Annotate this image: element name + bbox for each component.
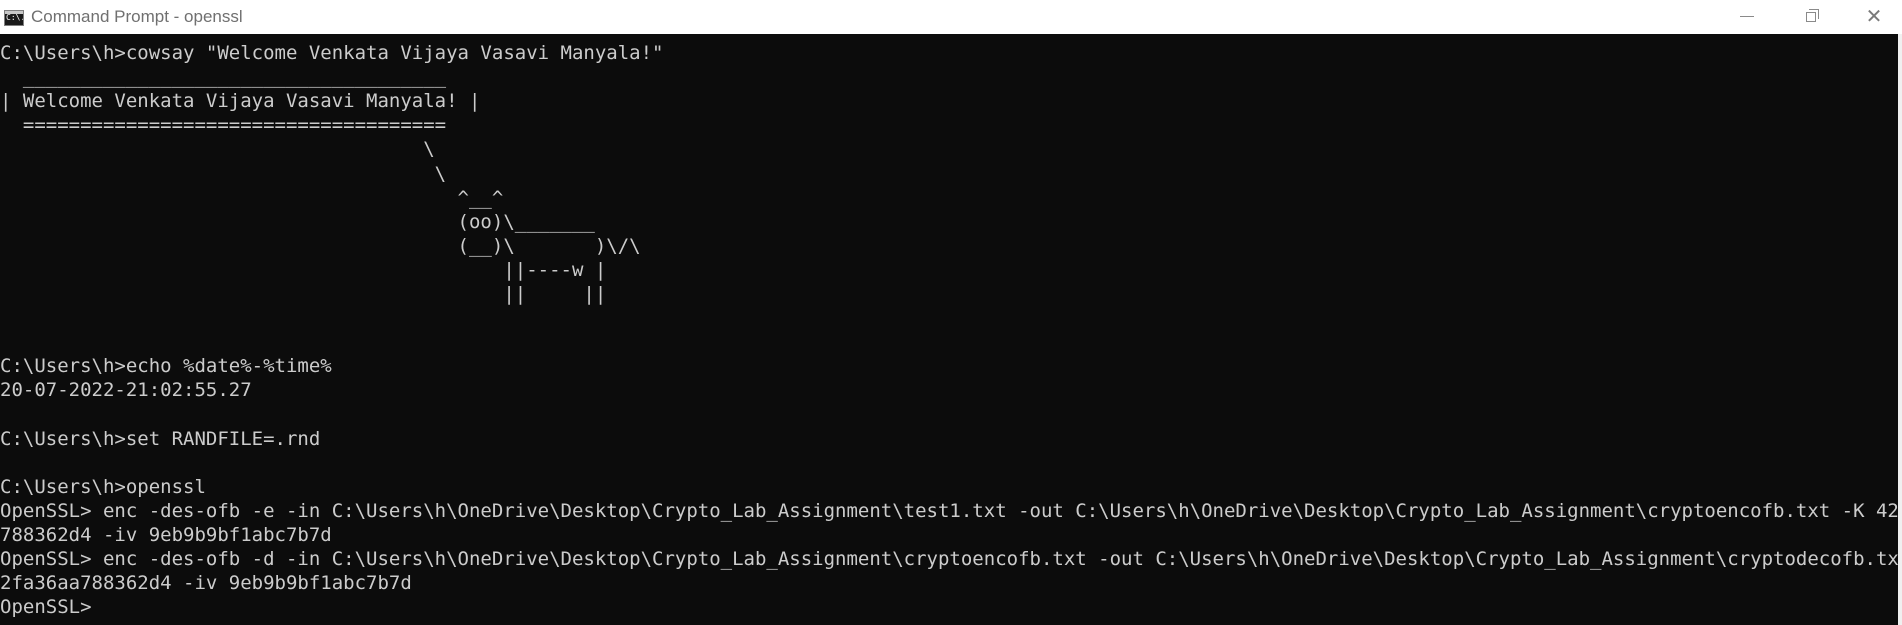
restore-button[interactable]	[1784, 0, 1840, 34]
title-bar[interactable]: C:\. Command Prompt - openssl ✕	[0, 0, 1902, 34]
terminal-line: C:\Users\h>cowsay "Welcome Venkata Vijay…	[0, 42, 664, 64]
terminal-line: 2fa36aa788362d4 -iv 9eb9b9bf1abc7b7d	[0, 572, 412, 595]
terminal-line: || ||	[0, 283, 607, 305]
terminal-line: C:\Users\h>openssl	[0, 475, 206, 498]
window-title: Command Prompt - openssl	[31, 7, 243, 26]
terminal-line: C:\Users\h>set RANDFILE=.rnd	[0, 427, 321, 450]
terminal-line: 788362d4 -iv 9eb9b9bf1abc7b7d	[0, 524, 332, 546]
terminal-line: ||----w |	[0, 258, 607, 281]
terminal-line: \	[0, 138, 435, 161]
terminal-line: _____________________________________	[0, 66, 447, 89]
terminal-line: \	[0, 162, 447, 185]
terminal-output[interactable]: C:\Users\h>cowsay "Welcome Venkata Vijay…	[0, 34, 1898, 625]
terminal-line: 20-07-2022-21:02:55.27	[0, 379, 252, 402]
minimize-button[interactable]	[1718, 0, 1774, 34]
terminal-line: | Welcome Venkata Vijaya Vasavi Manyala!…	[0, 90, 481, 113]
command-prompt-window: C:\. Command Prompt - openssl ✕ C:\Users…	[0, 0, 1902, 625]
terminal-line: C:\Users\h>echo %date%-%time%	[0, 355, 332, 378]
terminal-line: OpenSSL> enc -des-ofb -d -in C:\Users\h\…	[0, 548, 1898, 571]
terminal-line: (oo)\_______	[0, 210, 595, 233]
terminal-line: (__)\ )\/\	[0, 234, 641, 257]
minimize-icon	[1740, 16, 1754, 17]
close-button[interactable]: ✕	[1846, 0, 1902, 34]
close-icon: ✕	[1865, 4, 1883, 28]
scrollbar[interactable]	[1898, 34, 1902, 625]
command-prompt-icon[interactable]: C:\.	[4, 10, 24, 26]
restore-icon	[1806, 12, 1816, 22]
terminal-line: OpenSSL>	[0, 596, 92, 619]
terminal-line: ^__^	[0, 186, 504, 209]
terminal-line: OpenSSL> enc -des-ofb -e -in C:\Users\h\…	[0, 499, 1898, 522]
terminal-line: =====================================	[0, 114, 447, 137]
